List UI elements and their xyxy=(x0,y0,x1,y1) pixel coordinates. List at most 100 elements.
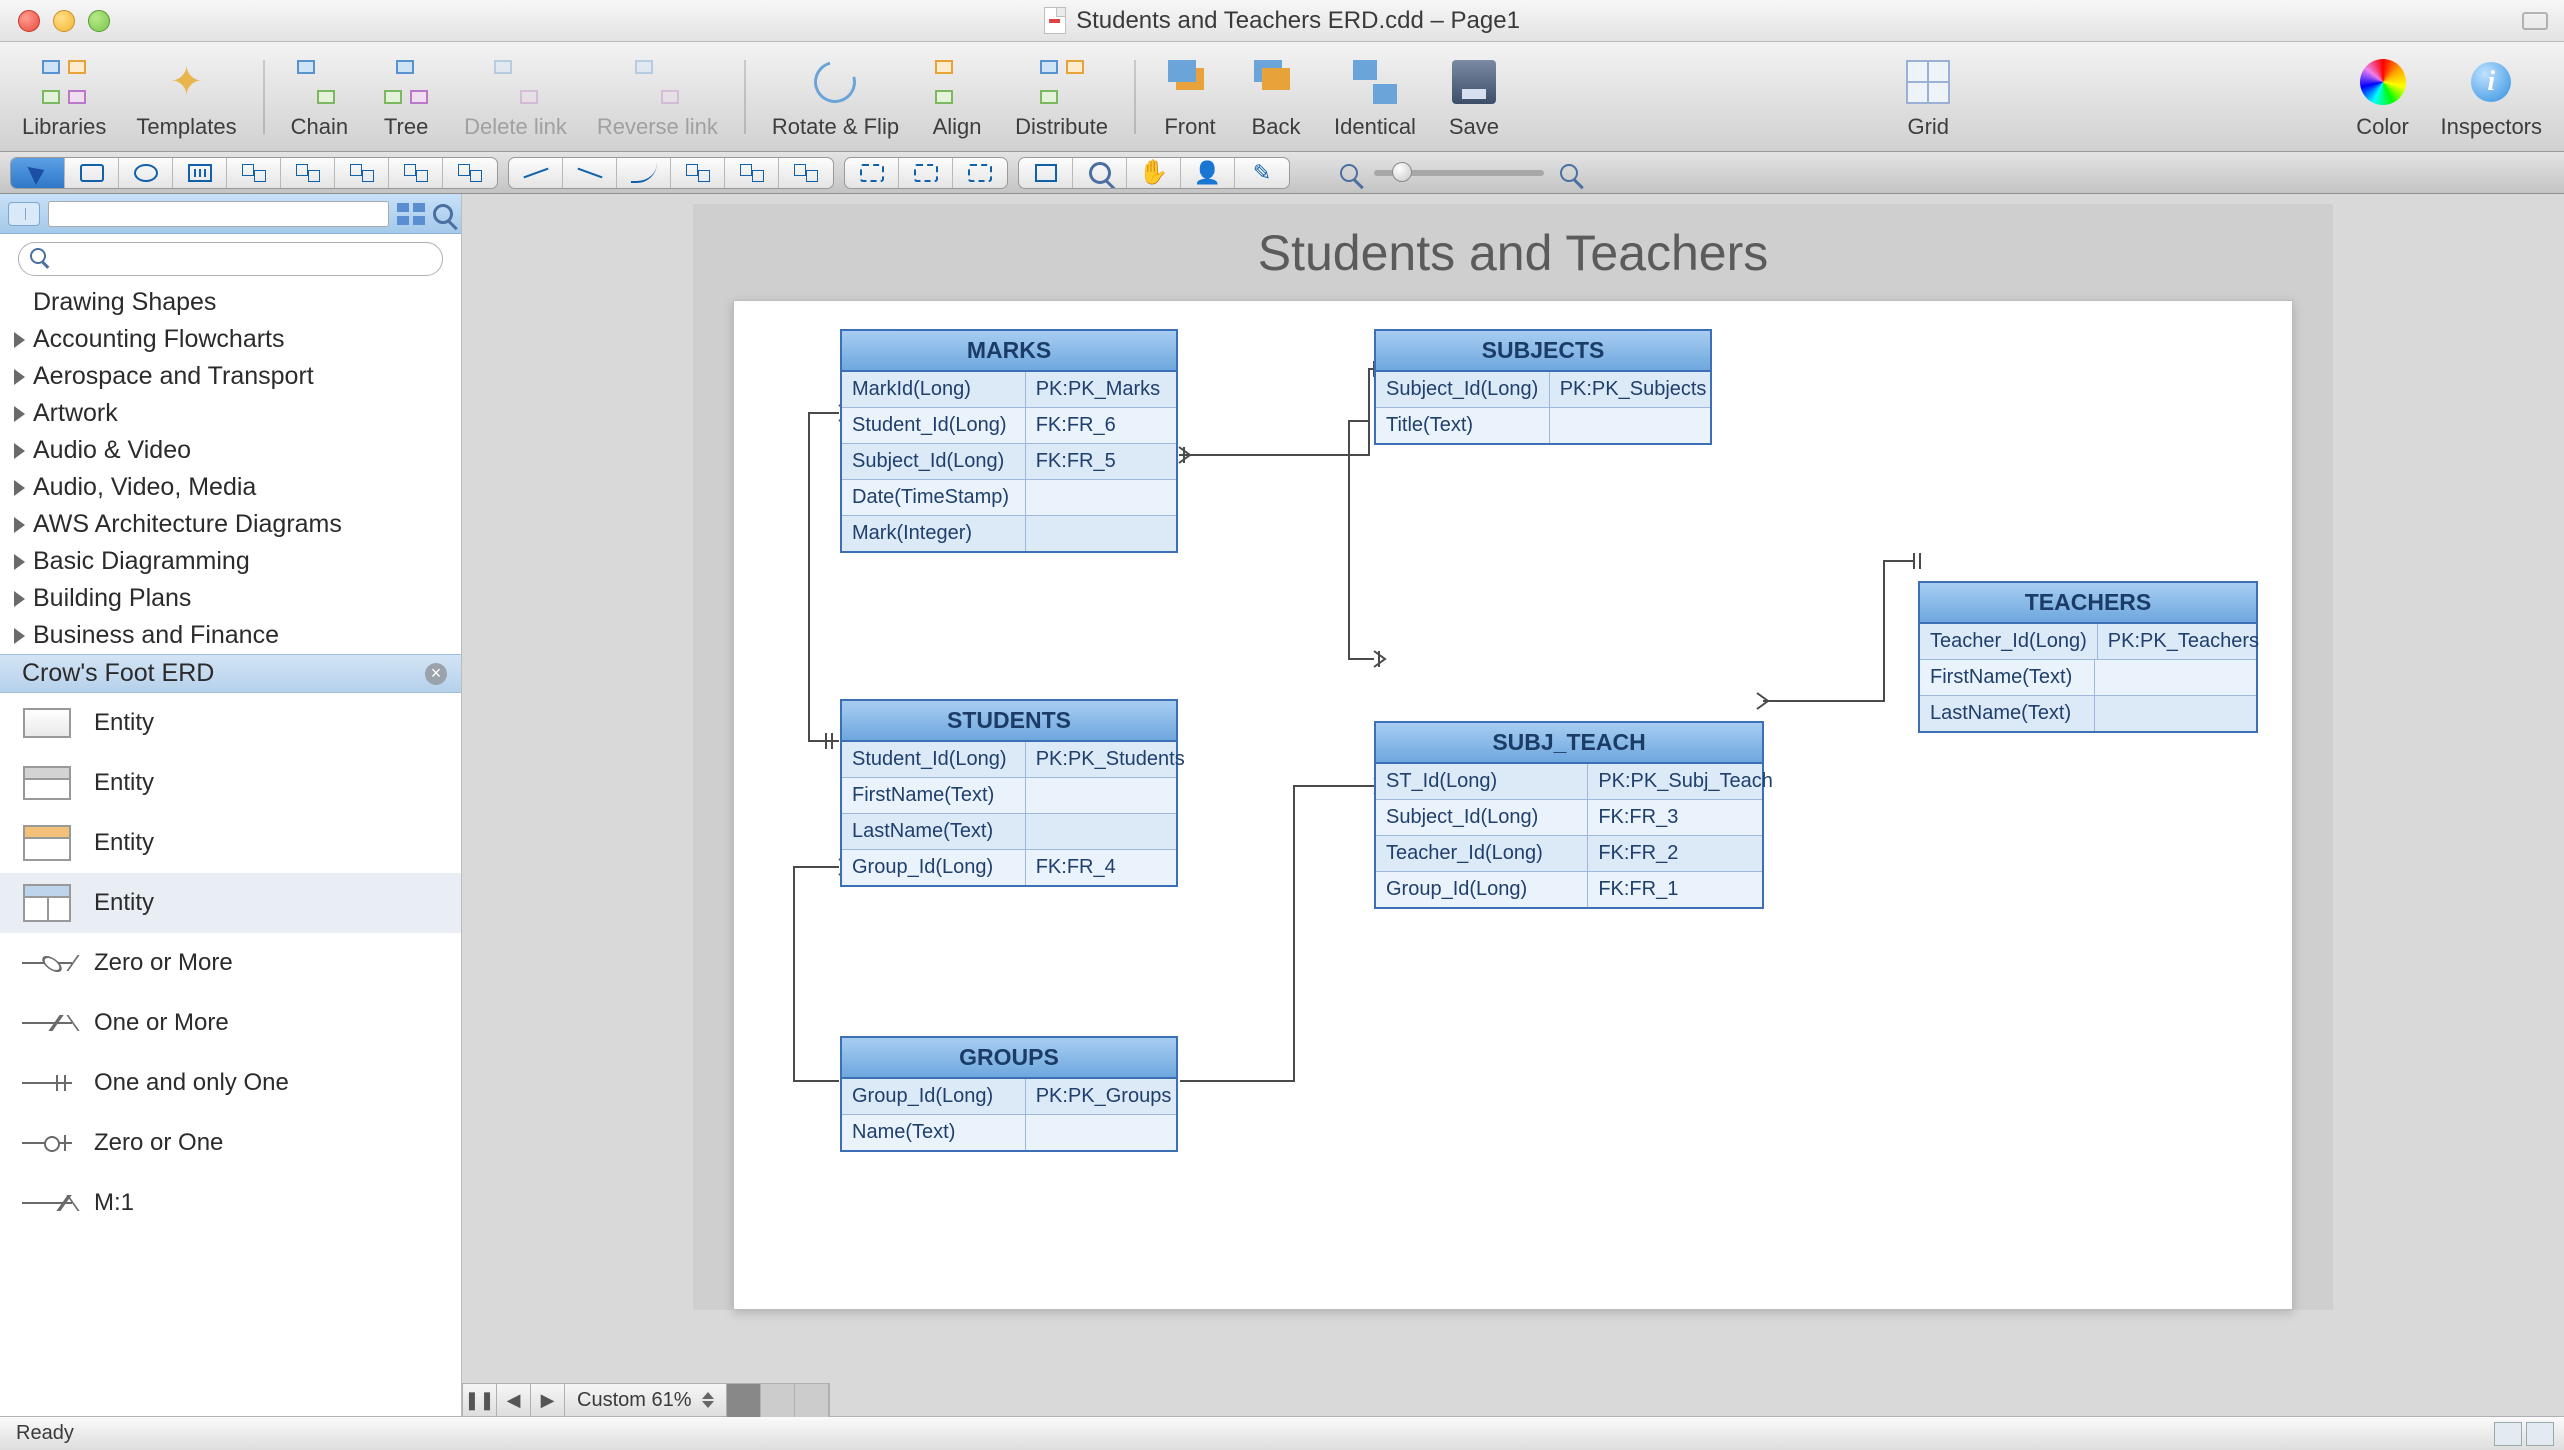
category-item[interactable]: Audio & Video xyxy=(0,432,461,469)
prev-page-button[interactable]: ◀ xyxy=(497,1384,531,1417)
distribute-button[interactable]: Distribute xyxy=(1007,50,1116,144)
entity-row[interactable]: Subject_Id(Long)FK:FR_5 xyxy=(842,444,1176,480)
inspectors-button[interactable]: iInspectors xyxy=(2433,50,2551,144)
text-tool[interactable] xyxy=(173,158,227,188)
connector-tool-3[interactable] xyxy=(335,158,389,188)
category-item[interactable]: Audio, Video, Media xyxy=(0,469,461,506)
entity-row[interactable]: Teacher_Id(Long)FK:FR_2 xyxy=(1376,836,1762,872)
category-item[interactable]: AWS Architecture Diagrams xyxy=(0,506,461,543)
shape-item[interactable]: Entity xyxy=(0,753,461,813)
shape-item[interactable]: M:1 xyxy=(0,1173,461,1233)
category-item[interactable]: Building Plans xyxy=(0,580,461,617)
pause-button[interactable]: ❚❚ xyxy=(463,1384,497,1417)
entity-row[interactable]: FirstName(Text) xyxy=(1920,660,2256,696)
curve-tool[interactable] xyxy=(617,158,671,188)
page-tab-3[interactable] xyxy=(795,1384,829,1417)
sidebar-filter-input[interactable] xyxy=(48,201,389,227)
shape-item[interactable]: One or More xyxy=(0,993,461,1053)
color-button[interactable]: Color xyxy=(2347,50,2419,144)
entity-row[interactable]: Subject_Id(Long)FK:FR_3 xyxy=(1376,800,1762,836)
align-button[interactable]: Align xyxy=(921,50,993,144)
zoom-track[interactable] xyxy=(1374,170,1544,176)
line-tool-2[interactable] xyxy=(563,158,617,188)
shape-item[interactable]: Zero or More xyxy=(0,933,461,993)
entity-subj-teach[interactable]: SUBJ_TEACH ST_Id(Long)PK:PK_Subj_TeachSu… xyxy=(1374,721,1764,909)
entity-row[interactable]: MarkId(Long)PK:PK_Marks xyxy=(842,372,1176,408)
entity-row[interactable]: Student_Id(Long)FK:FR_6 xyxy=(842,408,1176,444)
entity-row[interactable]: ST_Id(Long)PK:PK_Subj_Teach xyxy=(1376,764,1762,800)
shape-item[interactable]: Entity xyxy=(0,873,461,933)
category-item[interactable]: Aerospace and Transport xyxy=(0,358,461,395)
spline-tool[interactable] xyxy=(725,158,779,188)
entity-row[interactable]: LastName(Text) xyxy=(1920,696,2256,731)
zoom-stepper[interactable] xyxy=(702,1392,714,1408)
connector-tool-1[interactable] xyxy=(227,158,281,188)
entity-row[interactable]: FirstName(Text) xyxy=(842,778,1176,814)
category-item[interactable]: Business and Finance xyxy=(0,617,461,654)
view-mode-icon[interactable] xyxy=(2526,1422,2554,1446)
connector-tool-5[interactable] xyxy=(443,158,497,188)
zoom-fit-tool[interactable] xyxy=(1019,158,1073,188)
rotate-flip-button[interactable]: Rotate & Flip xyxy=(764,50,907,144)
libraries-button[interactable]: Libraries xyxy=(14,50,114,144)
view-mode-icon[interactable] xyxy=(2494,1422,2522,1446)
templates-button[interactable]: ✦Templates xyxy=(128,50,244,144)
next-page-button[interactable]: ▶ xyxy=(531,1384,565,1417)
zoom-select[interactable]: Custom 61% xyxy=(565,1384,727,1417)
entity-subjects[interactable]: SUBJECTS Subject_Id(Long)PK:PK_SubjectsT… xyxy=(1374,329,1712,445)
edit-tool-2[interactable] xyxy=(899,158,953,188)
tree-toggle-button[interactable] xyxy=(8,202,40,226)
category-item[interactable]: Artwork xyxy=(0,395,461,432)
grid-view-icon[interactable] xyxy=(397,203,425,225)
zoom-tool[interactable] xyxy=(1073,158,1127,188)
ellipse-tool[interactable] xyxy=(119,158,173,188)
entity-row[interactable]: Subject_Id(Long)PK:PK_Subjects xyxy=(1376,372,1710,408)
zoom-in-icon[interactable] xyxy=(1560,164,1578,182)
edit-tool-1[interactable] xyxy=(845,158,899,188)
zoom-out-icon[interactable] xyxy=(1340,164,1358,182)
entity-row[interactable]: Group_Id(Long)FK:FR_4 xyxy=(842,850,1176,885)
hand-tool[interactable]: ✋ xyxy=(1127,158,1181,188)
ortho-tool[interactable] xyxy=(779,158,833,188)
connector-tool-2[interactable] xyxy=(281,158,335,188)
entity-row[interactable]: LastName(Text) xyxy=(842,814,1176,850)
identical-button[interactable]: Identical xyxy=(1326,50,1424,144)
library-search-input[interactable] xyxy=(18,242,443,276)
entity-row[interactable]: Student_Id(Long)PK:PK_Students xyxy=(842,742,1176,778)
entity-teachers[interactable]: TEACHERS Teacher_Id(Long)PK:PK_TeachersF… xyxy=(1918,581,2258,733)
close-icon[interactable] xyxy=(18,10,40,32)
back-button[interactable]: Back xyxy=(1240,50,1312,144)
entity-groups[interactable]: GROUPS Group_Id(Long)PK:PK_GroupsName(Te… xyxy=(840,1036,1178,1152)
save-button[interactable]: Save xyxy=(1438,50,1510,144)
shape-item[interactable]: Entity xyxy=(0,693,461,753)
page-tab-2[interactable] xyxy=(761,1384,795,1417)
entity-row[interactable]: Name(Text) xyxy=(842,1115,1176,1150)
zoom-thumb[interactable] xyxy=(1392,162,1412,182)
entity-row[interactable]: Mark(Integer) xyxy=(842,516,1176,551)
shape-item[interactable]: Entity xyxy=(0,813,461,873)
shape-item[interactable]: Zero or One xyxy=(0,1113,461,1173)
rect-tool[interactable] xyxy=(65,158,119,188)
fullscreen-icon[interactable] xyxy=(2522,12,2548,30)
entity-students[interactable]: STUDENTS Student_Id(Long)PK:PK_StudentsF… xyxy=(840,699,1178,887)
zoom-icon[interactable] xyxy=(88,10,110,32)
edit-tool-3[interactable] xyxy=(953,158,1007,188)
polyline-tool[interactable] xyxy=(671,158,725,188)
delete-link-button[interactable]: Delete link xyxy=(456,50,575,144)
shape-item[interactable]: One and only One xyxy=(0,1053,461,1113)
search-icon[interactable] xyxy=(433,204,453,224)
reverse-link-button[interactable]: Reverse link xyxy=(589,50,726,144)
line-tool-1[interactable] xyxy=(509,158,563,188)
close-icon[interactable]: × xyxy=(425,663,447,685)
chain-button[interactable]: Chain xyxy=(283,50,356,144)
entity-row[interactable]: Date(TimeStamp) xyxy=(842,480,1176,516)
entity-row[interactable]: Group_Id(Long)FK:FR_1 xyxy=(1376,872,1762,907)
entity-marks[interactable]: MARKS MarkId(Long)PK:PK_MarksStudent_Id(… xyxy=(840,329,1178,553)
person-tool[interactable]: 👤 xyxy=(1181,158,1235,188)
canvas-scroll[interactable]: Students and Teachers xyxy=(462,194,2564,1416)
category-item[interactable]: Accounting Flowcharts xyxy=(0,321,461,358)
tree-button[interactable]: Tree xyxy=(370,50,442,144)
entity-row[interactable]: Title(Text) xyxy=(1376,408,1710,443)
connector-tool-4[interactable] xyxy=(389,158,443,188)
diagram-page[interactable]: MARKS MarkId(Long)PK:PK_MarksStudent_Id(… xyxy=(733,300,2293,1310)
